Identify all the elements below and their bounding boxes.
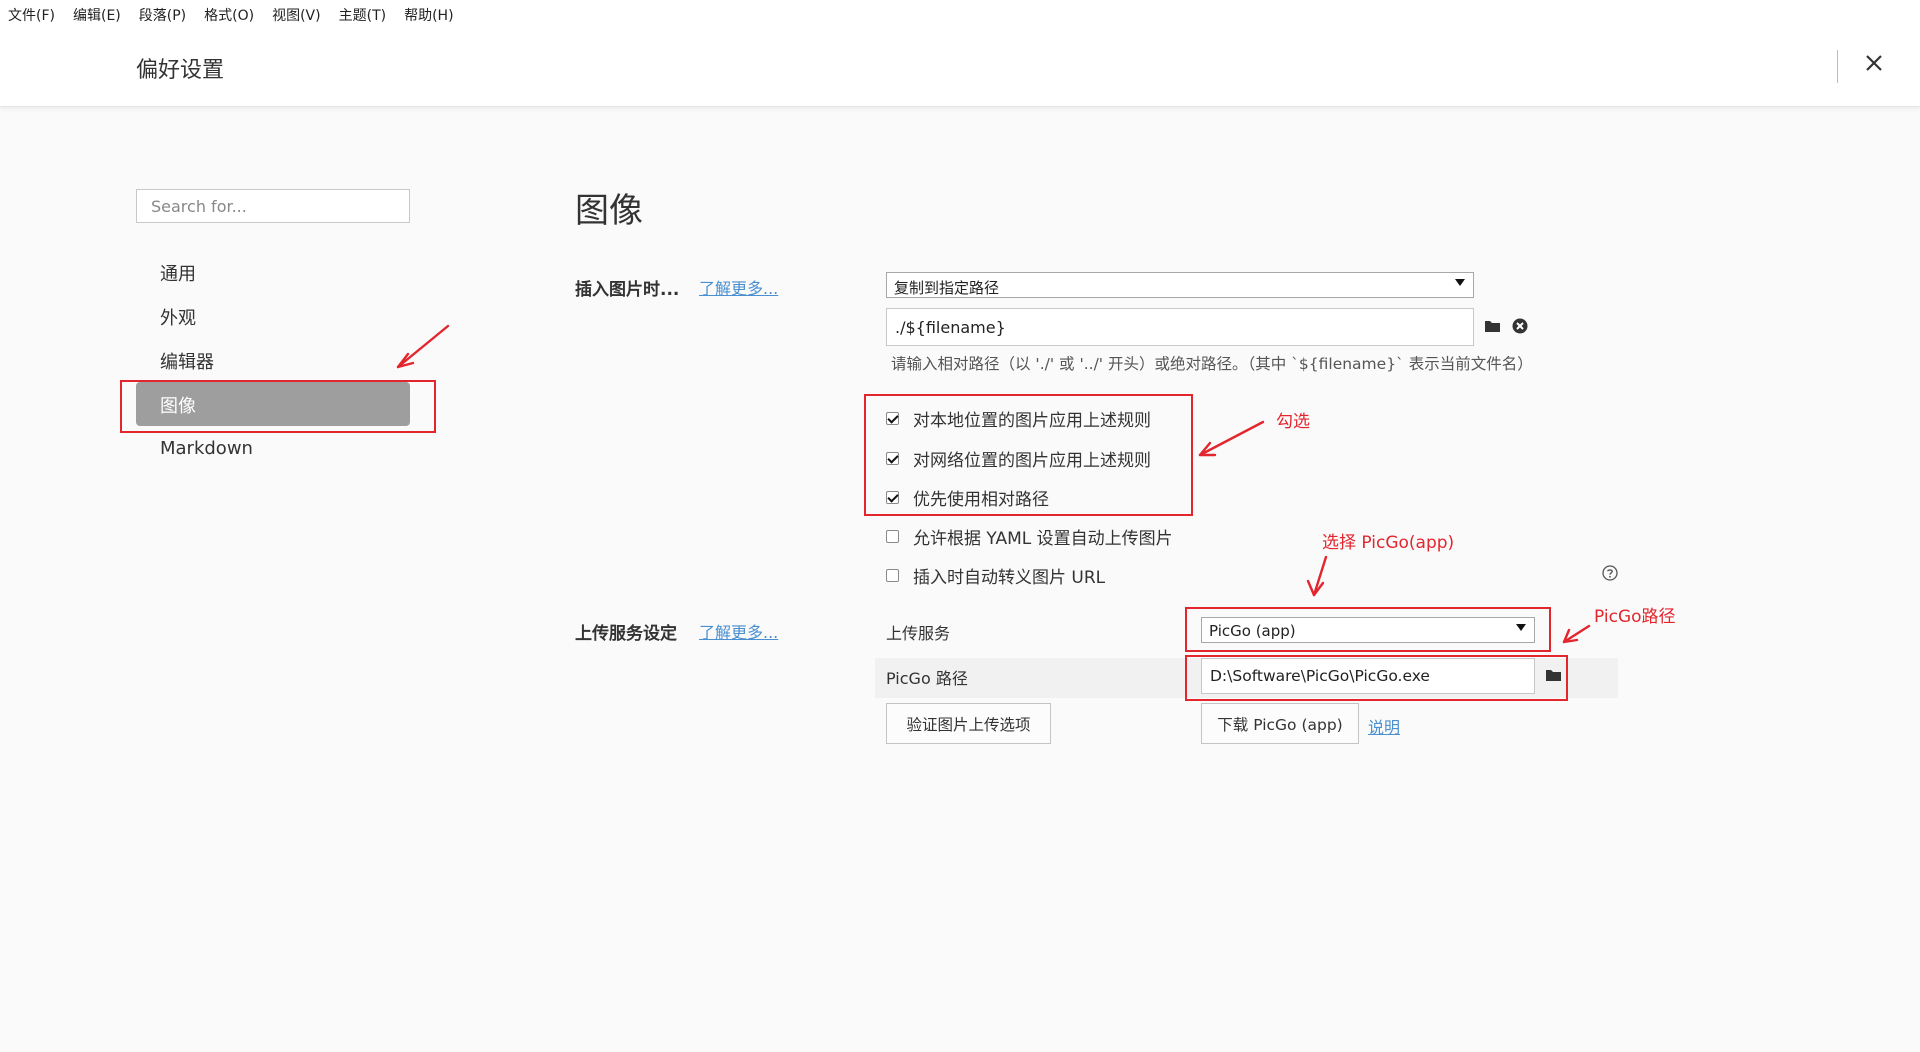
menu-paragraph[interactable]: 段落(P)	[139, 5, 186, 25]
checkbox-label: 插入时自动转义图片 URL	[913, 567, 1106, 588]
arrow-to-upload-select	[1306, 555, 1328, 597]
help-icon[interactable]	[1602, 565, 1618, 581]
checkbox-label: 允许根据 YAML 设置自动上传图片	[913, 528, 1173, 549]
image-path-input[interactable]	[886, 308, 1474, 346]
checkbox-escape-url[interactable]: 插入时自动转义图片 URL	[886, 563, 1106, 588]
search-input[interactable]	[136, 189, 410, 223]
insert-action-value: 复制到指定路径	[894, 279, 1000, 297]
sidebar-item-editor[interactable]: 编辑器	[160, 348, 214, 374]
insert-image-label: 插入图片时...	[575, 280, 680, 300]
insert-learn-more-link[interactable]: 了解更多...	[699, 275, 778, 299]
section-title: 图像	[575, 191, 643, 231]
insert-action-select[interactable]: 复制到指定路径	[886, 272, 1474, 298]
chevron-down-icon	[1455, 279, 1465, 286]
header-divider	[1837, 50, 1838, 83]
sidebar-item-appearance[interactable]: 外观	[160, 304, 196, 330]
upload-service-label: 上传服务设定	[575, 624, 677, 644]
menu-format[interactable]: 格式(O)	[204, 5, 254, 25]
annotation-select-note: 选择 PicGo(app)	[1322, 533, 1455, 553]
annotation-box-image-nav	[120, 380, 436, 433]
path-hint: 请输入相对路径（以 './' 或 '../' 开头）或绝对路径。（其中 `${f…	[891, 355, 1533, 373]
arrow-to-image-nav	[396, 324, 450, 369]
menu-edit[interactable]: 编辑(E)	[73, 5, 121, 25]
menu-help[interactable]: 帮助(H)	[404, 5, 453, 25]
menu-view[interactable]: 视图(V)	[272, 5, 321, 25]
preferences-header: 偏好设置	[0, 30, 1920, 107]
annotation-box-picgo-path	[1185, 655, 1568, 701]
arrow-to-checkboxes	[1198, 420, 1265, 457]
sidebar-item-general[interactable]: 通用	[160, 260, 196, 286]
sidebar-item-markdown[interactable]: Markdown	[160, 438, 253, 459]
checkbox-yaml-upload[interactable]: 允许根据 YAML 设置自动上传图片	[886, 524, 1173, 549]
page-title: 偏好设置	[136, 58, 225, 83]
upload-service-field-label: 上传服务	[886, 624, 951, 643]
annotation-box-upload-service	[1185, 607, 1551, 652]
annotation-check-note: 勾选	[1276, 412, 1310, 432]
download-picgo-button[interactable]: 下载 PicGo (app)	[1201, 703, 1359, 744]
verify-upload-button[interactable]: 验证图片上传选项	[886, 703, 1051, 744]
folder-icon[interactable]	[1484, 318, 1502, 334]
picgo-path-field-label: PicGo 路径	[886, 669, 968, 688]
checkbox-box[interactable]	[886, 529, 899, 543]
upload-learn-more-link[interactable]: 了解更多...	[699, 619, 778, 643]
checkbox-box[interactable]	[886, 568, 899, 582]
menu-file[interactable]: 文件(F)	[8, 5, 55, 25]
clear-icon[interactable]	[1512, 318, 1528, 334]
annotation-box-checkboxes	[864, 394, 1193, 516]
menu-bar: 文件(F) 编辑(E) 段落(P) 格式(O) 视图(V) 主题(T) 帮助(H…	[0, 0, 1920, 30]
arrow-to-picgo-path	[1562, 624, 1591, 644]
annotation-path-note: PicGo路径	[1594, 607, 1676, 627]
close-icon[interactable]	[1858, 47, 1890, 79]
menu-theme[interactable]: 主题(T)	[339, 5, 386, 25]
explain-link[interactable]: 说明	[1368, 714, 1400, 738]
